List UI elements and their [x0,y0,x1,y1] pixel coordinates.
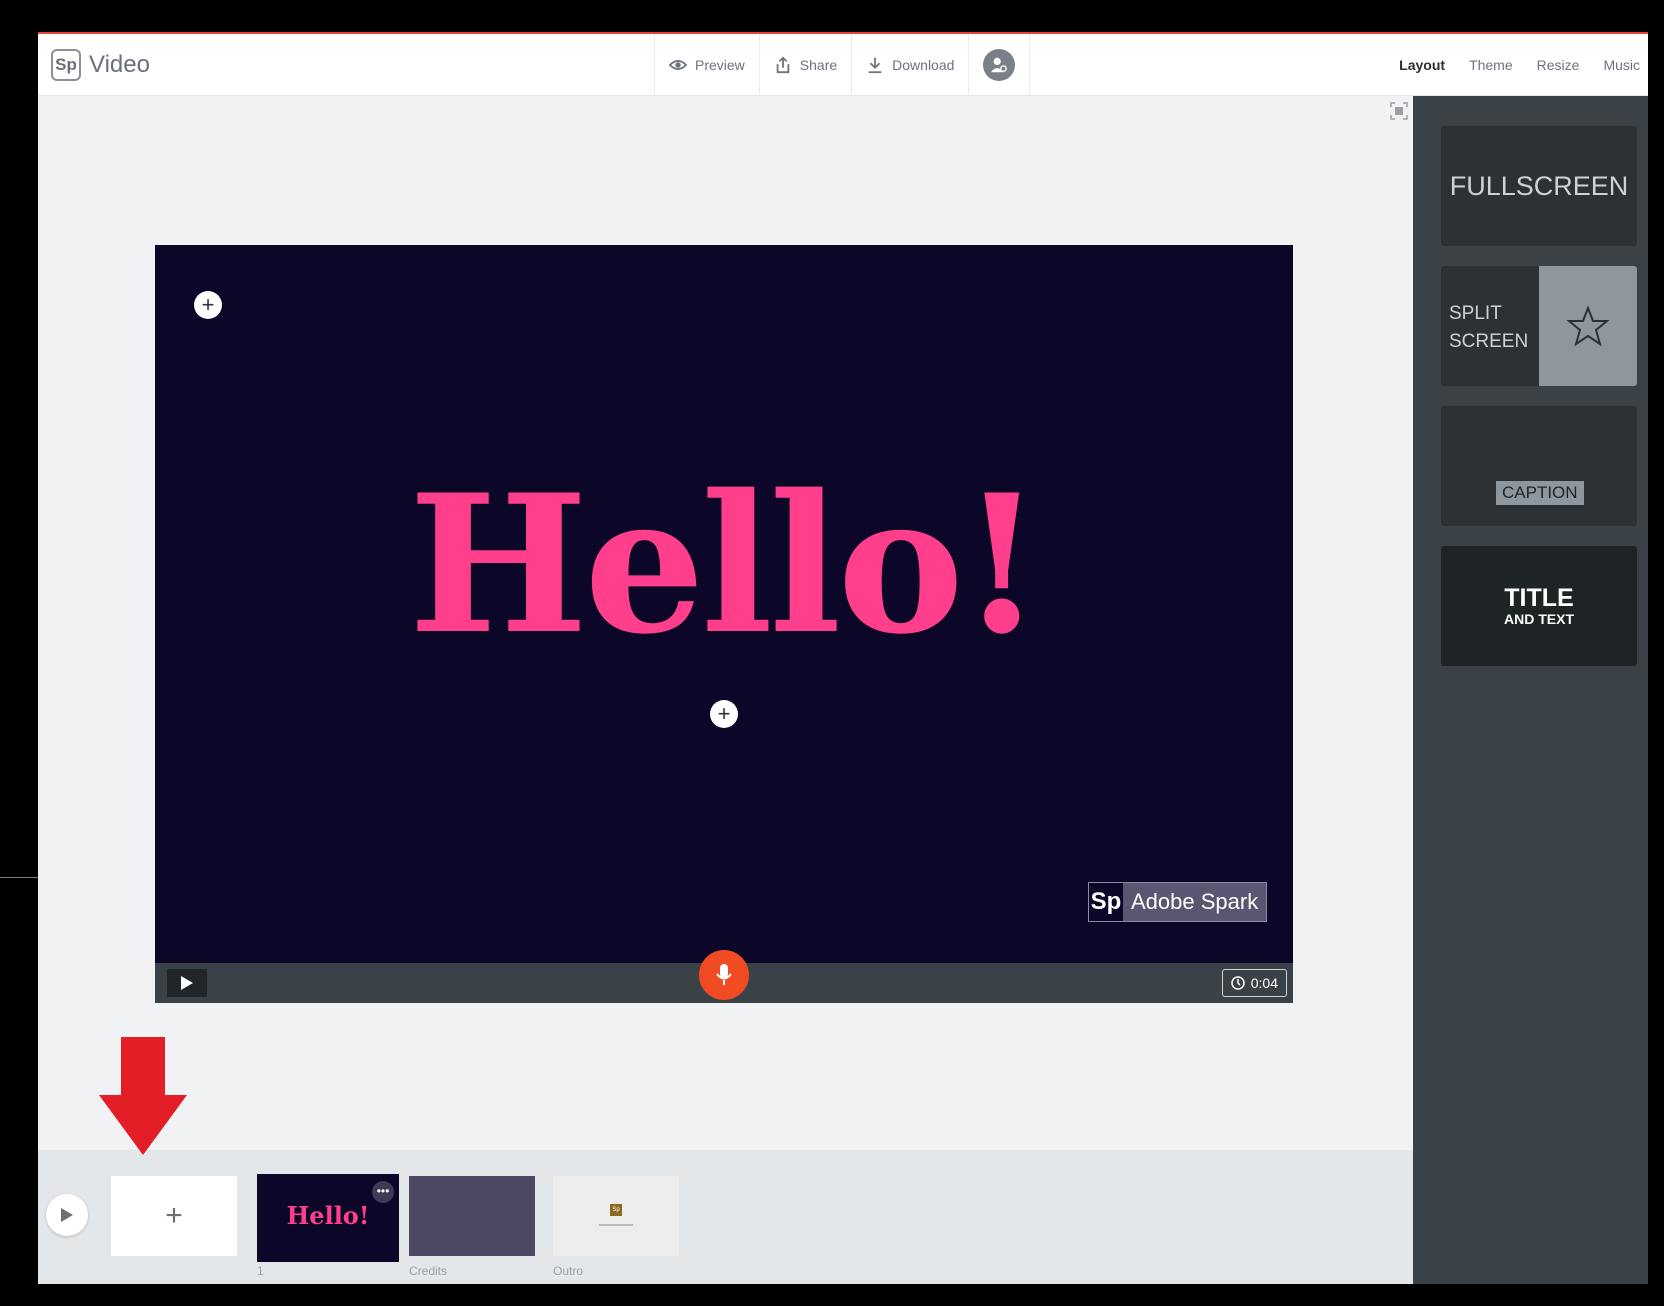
slide-label-credits: Credits [409,1264,448,1278]
layout-split-line2: SCREEN [1449,331,1529,352]
slide-timeline: + Hello! ••• 1 Credits Sp Outro [38,1150,1413,1284]
layout-split-screen[interactable]: SPLIT SCREEN [1441,266,1637,386]
star-icon [1539,266,1637,386]
slide-duration[interactable]: 0:04 [1221,969,1287,997]
adobe-spark-badge: Sp Adobe Spark [1088,882,1268,922]
spark-logo-icon: Sp [51,49,81,81]
add-slide-button[interactable]: + [111,1176,237,1256]
tab-bar: Layout Theme Resize Music [1399,34,1640,96]
preview-button[interactable]: Preview [654,34,759,96]
share-button[interactable]: Share [758,34,851,96]
slide-thumbnail-1[interactable]: Hello! ••• [257,1174,399,1262]
play-slide-button[interactable] [167,969,207,997]
divider [0,877,38,878]
layout-fullscreen[interactable]: FULLSCREEN [1441,126,1637,246]
plus-icon: + [201,292,215,317]
plus-icon: + [717,701,731,726]
tab-resize[interactable]: Resize [1537,57,1580,73]
slide-thumbnail-credits[interactable] [409,1176,535,1256]
plus-icon: + [165,1199,183,1232]
share-icon [776,56,790,74]
top-bar: Sp Video Preview Share Download Layout T… [38,32,1648,96]
preview-label: Preview [695,57,745,73]
download-button[interactable]: Download [851,34,968,96]
thumbnail-headline: Hello! [286,1201,370,1230]
layout-fullscreen-label: FULLSCREEN [1449,170,1629,201]
layout-split-label: SPLIT SCREEN [1449,300,1528,356]
eye-icon [669,60,687,70]
app-logo[interactable]: Sp Video [51,49,150,81]
share-label: Share [799,57,838,73]
slide-thumbnail-outro[interactable]: Sp [553,1176,679,1256]
outro-text-line [599,1224,633,1226]
slide-canvas[interactable]: + Hello! + Sp Adobe Spark 0:04 [155,245,1293,1003]
play-icon [181,976,193,990]
record-voice-button[interactable] [699,950,749,1000]
spark-logo-icon: Sp [610,1204,622,1216]
layout-split-line1: SPLIT [1449,303,1502,324]
layout-title-and-text[interactable]: TITLE AND TEXT [1441,546,1637,666]
play-icon [61,1208,73,1222]
layout-caption-label: CAPTION [1496,481,1584,505]
add-media-button[interactable]: + [194,291,222,319]
duration-value: 0:04 [1250,975,1278,991]
arrow-down-icon [99,1037,187,1155]
app-window: Sp Video Preview Share Download Layout T… [38,32,1648,1284]
play-video-button[interactable] [46,1194,88,1236]
slide-label-outro: Outro [553,1264,584,1278]
tab-music[interactable]: Music [1603,57,1640,73]
layout-caption[interactable]: CAPTION [1441,406,1637,526]
toolbar: Preview Share Download [654,34,1031,96]
user-icon [983,49,1016,81]
download-icon [868,57,882,74]
tab-theme[interactable]: Theme [1469,57,1513,73]
tab-layout[interactable]: Layout [1399,57,1445,73]
download-label: Download [892,57,955,73]
app-name: Video [89,51,150,78]
account-button[interactable] [968,34,1031,96]
fit-screen-icon[interactable] [1390,102,1408,120]
badge-label: Adobe Spark [1131,889,1259,914]
spark-logo-icon: Sp [1089,883,1123,921]
more-options-button[interactable]: ••• [372,1181,394,1203]
clock-icon [1231,976,1245,990]
mic-icon [716,964,732,985]
layout-panel: FULLSCREEN SPLIT SCREEN CAPTION TITLE AN… [1413,96,1648,1284]
layout-title-label: TITLE [1504,584,1574,612]
layout-title-sub-label: AND TEXT [1504,611,1574,627]
playback-bar: 0:04 [155,950,1293,1003]
add-content-button[interactable]: + [710,700,738,728]
slide-headline[interactable]: Hello! [155,470,1293,660]
slide-number: 1 [257,1264,264,1278]
